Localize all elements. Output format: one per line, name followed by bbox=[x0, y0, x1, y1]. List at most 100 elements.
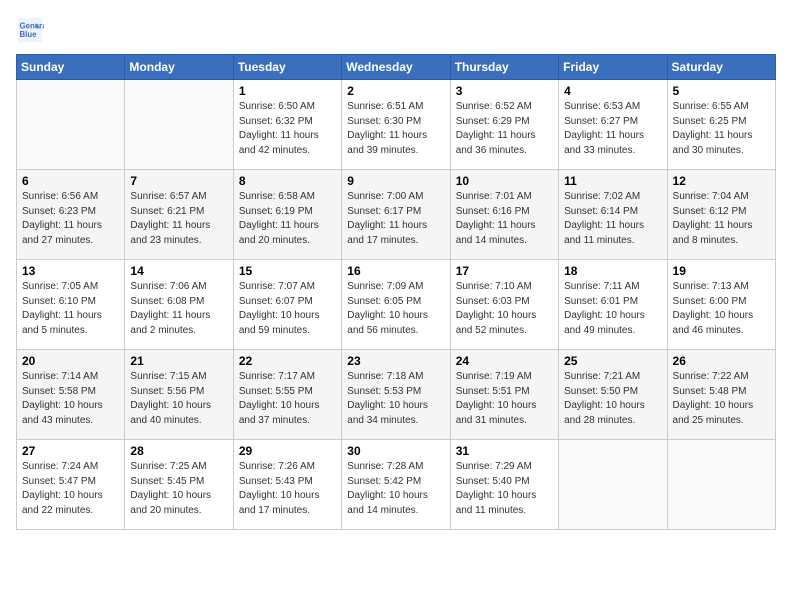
calendar-day-cell: 7 Sunrise: 6:57 AM Sunset: 6:21 PM Daylig… bbox=[125, 170, 233, 260]
day-number: 14 bbox=[130, 264, 228, 278]
day-info: Sunrise: 7:19 AM Sunset: 5:51 PM Dayligh… bbox=[456, 370, 554, 428]
day-number: 7 bbox=[130, 174, 228, 188]
day-number: 25 bbox=[564, 354, 662, 368]
calendar-day-cell: 27 Sunrise: 7:24 AM Sunset: 5:47 PM Dayli… bbox=[17, 440, 125, 530]
calendar-day-cell: 14 Sunrise: 7:06 AM Sunset: 6:08 PM Dayli… bbox=[125, 260, 233, 350]
day-number: 17 bbox=[456, 264, 554, 278]
day-number: 18 bbox=[564, 264, 662, 278]
day-number: 15 bbox=[239, 264, 337, 278]
day-info: Sunrise: 7:05 AM Sunset: 6:10 PM Dayligh… bbox=[22, 280, 120, 338]
day-number: 16 bbox=[347, 264, 445, 278]
day-number: 13 bbox=[22, 264, 120, 278]
day-of-week-header: Saturday bbox=[667, 55, 775, 80]
day-info: Sunrise: 7:10 AM Sunset: 6:03 PM Dayligh… bbox=[456, 280, 554, 338]
calendar-day-cell: 2 Sunrise: 6:51 AM Sunset: 6:30 PM Daylig… bbox=[342, 80, 450, 170]
day-number: 23 bbox=[347, 354, 445, 368]
day-info: Sunrise: 7:11 AM Sunset: 6:01 PM Dayligh… bbox=[564, 280, 662, 338]
day-info: Sunrise: 7:09 AM Sunset: 6:05 PM Dayligh… bbox=[347, 280, 445, 338]
calendar-day-cell: 30Sunrise: 7:28 AM Sunset: 5:42 PM Dayli… bbox=[342, 440, 450, 530]
day-info: Sunrise: 7:18 AM Sunset: 5:53 PM Dayligh… bbox=[347, 370, 445, 428]
calendar-week-row: 1Sunrise: 6:50 AM Sunset: 6:32 PM Daylig… bbox=[17, 80, 776, 170]
calendar-day-cell: 1Sunrise: 6:50 AM Sunset: 6:32 PM Daylig… bbox=[233, 80, 341, 170]
calendar-day-cell: 3 Sunrise: 6:52 AM Sunset: 6:29 PM Daylig… bbox=[450, 80, 558, 170]
day-info: Sunrise: 7:25 AM Sunset: 5:45 PM Dayligh… bbox=[130, 460, 228, 518]
calendar-day-cell: 11 Sunrise: 7:02 AM Sunset: 6:14 PM Dayli… bbox=[559, 170, 667, 260]
logo: General Blue bbox=[16, 16, 48, 44]
day-info: Sunrise: 6:52 AM Sunset: 6:29 PM Dayligh… bbox=[456, 100, 554, 158]
day-info: Sunrise: 6:57 AM Sunset: 6:21 PM Dayligh… bbox=[130, 190, 228, 248]
day-number: 29 bbox=[239, 444, 337, 458]
calendar-day-cell: 31Sunrise: 7:29 AM Sunset: 5:40 PM Dayli… bbox=[450, 440, 558, 530]
calendar-day-cell: 20 Sunrise: 7:14 AM Sunset: 5:58 PM Dayli… bbox=[17, 350, 125, 440]
day-info: Sunrise: 6:51 AM Sunset: 6:30 PM Dayligh… bbox=[347, 100, 445, 158]
calendar-day-cell: 12 Sunrise: 7:04 AM Sunset: 6:12 PM Dayli… bbox=[667, 170, 775, 260]
calendar-day-cell: 23 Sunrise: 7:18 AM Sunset: 5:53 PM Dayli… bbox=[342, 350, 450, 440]
day-info: Sunrise: 7:04 AM Sunset: 6:12 PM Dayligh… bbox=[673, 190, 771, 248]
calendar-day-cell: 4Sunrise: 6:53 AM Sunset: 6:27 PM Daylig… bbox=[559, 80, 667, 170]
day-number: 28 bbox=[130, 444, 228, 458]
calendar-day-cell: 29 Sunrise: 7:26 AM Sunset: 5:43 PM Dayli… bbox=[233, 440, 341, 530]
day-info: Sunrise: 7:26 AM Sunset: 5:43 PM Dayligh… bbox=[239, 460, 337, 518]
day-info: Sunrise: 7:14 AM Sunset: 5:58 PM Dayligh… bbox=[22, 370, 120, 428]
calendar-day-cell: 17 Sunrise: 7:10 AM Sunset: 6:03 PM Dayli… bbox=[450, 260, 558, 350]
calendar-day-cell: 5Sunrise: 6:55 AM Sunset: 6:25 PM Daylig… bbox=[667, 80, 775, 170]
calendar-day-cell: 18 Sunrise: 7:11 AM Sunset: 6:01 PM Dayli… bbox=[559, 260, 667, 350]
calendar-header-row: SundayMondayTuesdayWednesdayThursdayFrid… bbox=[17, 55, 776, 80]
calendar-day-cell: 15 Sunrise: 7:07 AM Sunset: 6:07 PM Dayli… bbox=[233, 260, 341, 350]
day-info: Sunrise: 6:50 AM Sunset: 6:32 PM Dayligh… bbox=[239, 100, 337, 158]
day-number: 6 bbox=[22, 174, 120, 188]
calendar-day-cell: 10 Sunrise: 7:01 AM Sunset: 6:16 PM Dayli… bbox=[450, 170, 558, 260]
day-number: 2 bbox=[347, 84, 445, 98]
calendar-table: SundayMondayTuesdayWednesdayThursdayFrid… bbox=[16, 54, 776, 530]
day-of-week-header: Friday bbox=[559, 55, 667, 80]
calendar-day-cell: 22 Sunrise: 7:17 AM Sunset: 5:55 PM Dayli… bbox=[233, 350, 341, 440]
calendar-week-row: 6 Sunrise: 6:56 AM Sunset: 6:23 PM Daylig… bbox=[17, 170, 776, 260]
calendar-day-cell: 8Sunrise: 6:58 AM Sunset: 6:19 PM Daylig… bbox=[233, 170, 341, 260]
page-header: General Blue bbox=[16, 16, 776, 44]
calendar-day-cell bbox=[667, 440, 775, 530]
day-info: Sunrise: 6:58 AM Sunset: 6:19 PM Dayligh… bbox=[239, 190, 337, 248]
day-info: Sunrise: 7:22 AM Sunset: 5:48 PM Dayligh… bbox=[673, 370, 771, 428]
calendar-day-cell: 6 Sunrise: 6:56 AM Sunset: 6:23 PM Daylig… bbox=[17, 170, 125, 260]
calendar-day-cell: 19 Sunrise: 7:13 AM Sunset: 6:00 PM Dayli… bbox=[667, 260, 775, 350]
day-number: 9 bbox=[347, 174, 445, 188]
calendar-day-cell bbox=[17, 80, 125, 170]
day-of-week-header: Tuesday bbox=[233, 55, 341, 80]
day-info: Sunrise: 7:02 AM Sunset: 6:14 PM Dayligh… bbox=[564, 190, 662, 248]
day-number: 10 bbox=[456, 174, 554, 188]
calendar-day-cell: 28 Sunrise: 7:25 AM Sunset: 5:45 PM Dayli… bbox=[125, 440, 233, 530]
day-of-week-header: Monday bbox=[125, 55, 233, 80]
day-number: 27 bbox=[22, 444, 120, 458]
day-of-week-header: Wednesday bbox=[342, 55, 450, 80]
day-of-week-header: Sunday bbox=[17, 55, 125, 80]
calendar-day-cell: 13 Sunrise: 7:05 AM Sunset: 6:10 PM Dayli… bbox=[17, 260, 125, 350]
day-number: 26 bbox=[673, 354, 771, 368]
day-number: 12 bbox=[673, 174, 771, 188]
day-number: 11 bbox=[564, 174, 662, 188]
day-info: Sunrise: 7:17 AM Sunset: 5:55 PM Dayligh… bbox=[239, 370, 337, 428]
day-info: Sunrise: 7:24 AM Sunset: 5:47 PM Dayligh… bbox=[22, 460, 120, 518]
svg-text:General: General bbox=[20, 21, 45, 30]
calendar-day-cell bbox=[559, 440, 667, 530]
day-info: Sunrise: 7:01 AM Sunset: 6:16 PM Dayligh… bbox=[456, 190, 554, 248]
day-info: Sunrise: 7:06 AM Sunset: 6:08 PM Dayligh… bbox=[130, 280, 228, 338]
calendar-day-cell: 21Sunrise: 7:15 AM Sunset: 5:56 PM Dayli… bbox=[125, 350, 233, 440]
day-info: Sunrise: 6:56 AM Sunset: 6:23 PM Dayligh… bbox=[22, 190, 120, 248]
day-info: Sunrise: 7:13 AM Sunset: 6:00 PM Dayligh… bbox=[673, 280, 771, 338]
day-number: 20 bbox=[22, 354, 120, 368]
day-info: Sunrise: 7:28 AM Sunset: 5:42 PM Dayligh… bbox=[347, 460, 445, 518]
calendar-day-cell: 16 Sunrise: 7:09 AM Sunset: 6:05 PM Dayli… bbox=[342, 260, 450, 350]
day-number: 21 bbox=[130, 354, 228, 368]
calendar-day-cell: 9Sunrise: 7:00 AM Sunset: 6:17 PM Daylig… bbox=[342, 170, 450, 260]
day-number: 4 bbox=[564, 84, 662, 98]
calendar-day-cell: 26 Sunrise: 7:22 AM Sunset: 5:48 PM Dayli… bbox=[667, 350, 775, 440]
calendar-week-row: 27 Sunrise: 7:24 AM Sunset: 5:47 PM Dayli… bbox=[17, 440, 776, 530]
day-info: Sunrise: 7:07 AM Sunset: 6:07 PM Dayligh… bbox=[239, 280, 337, 338]
calendar-day-cell: 24Sunrise: 7:19 AM Sunset: 5:51 PM Dayli… bbox=[450, 350, 558, 440]
day-number: 19 bbox=[673, 264, 771, 278]
day-number: 3 bbox=[456, 84, 554, 98]
day-number: 5 bbox=[673, 84, 771, 98]
day-of-week-header: Thursday bbox=[450, 55, 558, 80]
day-number: 22 bbox=[239, 354, 337, 368]
svg-text:Blue: Blue bbox=[20, 30, 38, 39]
